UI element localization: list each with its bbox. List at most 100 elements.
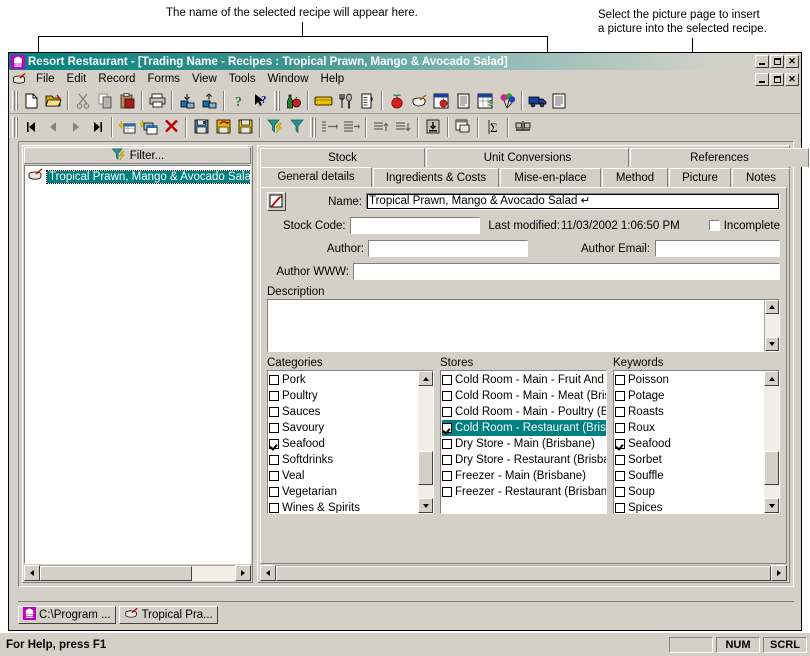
scroll-thumb[interactable] bbox=[276, 566, 771, 581]
keywords-vertical-scrollbar[interactable] bbox=[764, 371, 779, 513]
item-checkbox[interactable] bbox=[269, 471, 279, 481]
item-checkbox[interactable] bbox=[442, 455, 452, 465]
ingredient-list-icon[interactable] bbox=[430, 90, 452, 112]
scroll-up-button[interactable] bbox=[764, 371, 779, 386]
scroll-track[interactable] bbox=[418, 386, 433, 498]
scroll-right-button[interactable] bbox=[771, 565, 787, 581]
mdi-close-button[interactable]: ✕ bbox=[785, 72, 799, 86]
list-item[interactable]: Veal bbox=[269, 468, 418, 484]
item-checkbox[interactable] bbox=[269, 391, 279, 401]
report-icon[interactable] bbox=[548, 90, 570, 112]
author-input[interactable] bbox=[368, 240, 528, 257]
copy-icon[interactable] bbox=[94, 90, 116, 112]
list-item[interactable]: Roux bbox=[615, 420, 764, 436]
move-down-icon[interactable] bbox=[392, 116, 414, 138]
item-checkbox[interactable] bbox=[615, 471, 625, 481]
item-checkbox[interactable] bbox=[442, 439, 452, 449]
new-record-icon[interactable] bbox=[116, 116, 138, 138]
menu-item-view[interactable]: View bbox=[186, 72, 223, 86]
tree-item-recipe[interactable]: Tropical Prawn, Mango & Avocado Salad bbox=[25, 167, 250, 186]
list-item[interactable]: Sorbet bbox=[615, 452, 764, 468]
list-item[interactable]: Seafood bbox=[269, 436, 418, 452]
author-email-input[interactable] bbox=[655, 240, 780, 257]
menu-item-record[interactable]: Record bbox=[92, 72, 141, 86]
produce-icon[interactable] bbox=[386, 90, 408, 112]
menu-item-window[interactable]: Window bbox=[262, 72, 315, 86]
tab-unit-conversions[interactable]: Unit Conversions bbox=[426, 148, 629, 167]
indent-left-icon[interactable] bbox=[318, 116, 340, 138]
tab-picture[interactable]: Picture bbox=[669, 168, 731, 187]
paste-icon[interactable] bbox=[116, 90, 138, 112]
description-textarea[interactable] bbox=[267, 299, 780, 352]
list-item[interactable]: Pork bbox=[269, 372, 418, 388]
open-folder-icon[interactable] bbox=[42, 90, 64, 112]
list-item[interactable]: Spices bbox=[615, 500, 764, 513]
item-checkbox[interactable] bbox=[442, 487, 452, 497]
context-help-icon[interactable]: ? bbox=[250, 90, 272, 112]
item-checkbox[interactable] bbox=[269, 439, 279, 449]
item-checkbox[interactable] bbox=[615, 455, 625, 465]
tab-references[interactable]: References bbox=[630, 148, 809, 167]
item-checkbox[interactable] bbox=[442, 423, 452, 433]
scroll-thumb[interactable] bbox=[418, 450, 433, 485]
stock-box-icon[interactable] bbox=[312, 90, 334, 112]
author-www-input[interactable] bbox=[353, 263, 780, 280]
list-item[interactable]: Potage bbox=[615, 388, 764, 404]
item-checkbox[interactable] bbox=[615, 423, 625, 433]
previous-record-icon[interactable] bbox=[42, 116, 64, 138]
list-item[interactable]: Poultry bbox=[269, 388, 418, 404]
recipe-tree[interactable]: Tropical Prawn, Mango & Avocado Salad bbox=[24, 165, 251, 564]
menu-item-edit[interactable]: Edit bbox=[61, 72, 93, 86]
scroll-down-button[interactable] bbox=[418, 498, 433, 513]
item-checkbox[interactable] bbox=[442, 407, 452, 417]
sum-icon[interactable]: Σ bbox=[482, 116, 504, 138]
item-checkbox[interactable] bbox=[269, 375, 279, 385]
save-undo-icon[interactable] bbox=[212, 116, 234, 138]
balance-icon[interactable] bbox=[512, 116, 534, 138]
toolbar-grip[interactable] bbox=[12, 116, 18, 137]
menu-item-file[interactable]: File bbox=[30, 72, 61, 86]
indent-right-icon[interactable] bbox=[340, 116, 362, 138]
list-item[interactable]: Dry Store - Main (Brisbane) bbox=[442, 436, 606, 452]
item-checkbox[interactable] bbox=[615, 375, 625, 385]
save-close-icon[interactable] bbox=[234, 116, 256, 138]
scroll-thumb[interactable] bbox=[40, 566, 193, 581]
toolbar-grip[interactable] bbox=[12, 90, 18, 111]
tab-mise-en-place[interactable]: Mise-en-place bbox=[500, 168, 601, 187]
item-checkbox[interactable] bbox=[615, 503, 625, 513]
new-document-icon[interactable] bbox=[20, 90, 42, 112]
taskbar-button-recipe[interactable]: Tropical Pra... bbox=[118, 606, 218, 624]
list-item[interactable]: Vegetarian bbox=[269, 484, 418, 500]
list-item[interactable]: Softdrinks bbox=[269, 452, 418, 468]
toolbar-grip[interactable] bbox=[310, 116, 316, 137]
form-horizontal-scrollbar[interactable] bbox=[260, 565, 787, 581]
tab-method[interactable]: Method bbox=[602, 168, 668, 187]
mixing-bowl-icon[interactable] bbox=[408, 90, 430, 112]
costing-sheet-icon[interactable]: $ bbox=[474, 90, 496, 112]
insert-row-icon[interactable] bbox=[422, 116, 444, 138]
list-item[interactable]: Cold Room - Main - Fruit And Veg bbox=[442, 372, 606, 388]
item-checkbox[interactable] bbox=[615, 391, 625, 401]
filter-icon[interactable] bbox=[286, 116, 308, 138]
list-item-selected[interactable]: Cold Room - Restaurant (Brisbane bbox=[442, 420, 606, 436]
first-record-icon[interactable] bbox=[20, 116, 42, 138]
list-item[interactable]: Freezer - Main (Brisbane) bbox=[442, 468, 606, 484]
item-checkbox[interactable] bbox=[615, 407, 625, 417]
menu-item-forms[interactable]: Forms bbox=[141, 72, 186, 86]
list-item[interactable]: Soup bbox=[615, 484, 764, 500]
tree-horizontal-scrollbar[interactable] bbox=[24, 565, 251, 581]
item-checkbox[interactable] bbox=[442, 375, 452, 385]
list-item[interactable]: Roasts bbox=[615, 404, 764, 420]
mdi-minimize-button[interactable] bbox=[755, 72, 769, 86]
stores-listbox[interactable]: Cold Room - Main - Fruit And Veg Cold Ro… bbox=[440, 370, 607, 514]
menu-item-help[interactable]: Help bbox=[315, 72, 351, 86]
send-to-back-icon[interactable] bbox=[176, 90, 198, 112]
item-checkbox[interactable] bbox=[442, 391, 452, 401]
list-item[interactable]: Dry Store - Restaurant (Brisbane) bbox=[442, 452, 606, 468]
scroll-track[interactable] bbox=[764, 386, 779, 498]
scroll-track[interactable] bbox=[40, 565, 235, 581]
balloons-icon[interactable] bbox=[496, 90, 518, 112]
beverages-icon[interactable] bbox=[282, 90, 304, 112]
scroll-up-button[interactable] bbox=[765, 300, 779, 314]
toolbar-grip[interactable] bbox=[274, 90, 280, 111]
